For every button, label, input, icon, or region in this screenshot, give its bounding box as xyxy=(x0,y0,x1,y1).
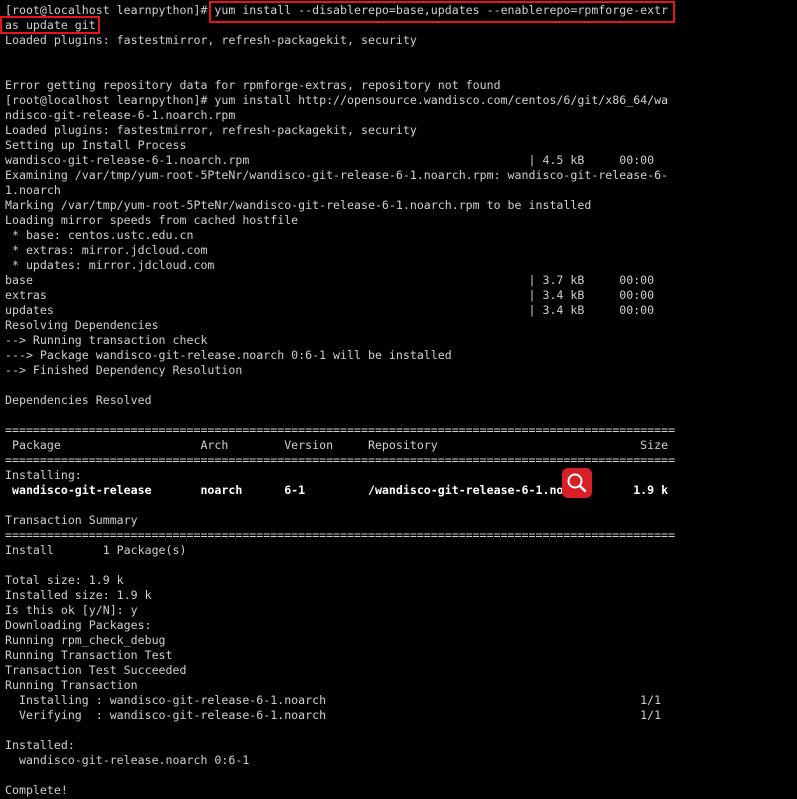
terminal-line: as update git xyxy=(5,18,96,32)
terminal-line: Total size: 1.9 k xyxy=(5,573,124,587)
terminal-line: Dependencies Resolved xyxy=(5,393,152,407)
terminal-output[interactable]: [root@localhost learnpython]# yum instal… xyxy=(0,0,797,799)
terminal-line: Examining /var/tmp/yum-root-5PteNr/wandi… xyxy=(5,168,669,182)
terminal-line: Downloading Packages: xyxy=(5,618,152,632)
search-icon xyxy=(567,473,587,493)
terminal-line: ========================================… xyxy=(5,453,676,467)
terminal-line: wandisco-git-release.noarch 0:6-1 xyxy=(5,753,250,767)
terminal-line: Installed size: 1.9 k xyxy=(5,588,152,602)
terminal-line: --> Finished Dependency Resolution xyxy=(5,363,243,377)
terminal-line: Install 1 Package(s) xyxy=(5,543,187,557)
terminal-line: Installing: xyxy=(5,468,82,482)
terminal-line: Complete! xyxy=(5,783,68,797)
terminal-line: wandisco-git-release-6-1.noarch.rpm | 4.… xyxy=(5,153,655,167)
terminal-line: Verifying : wandisco-git-release-6-1.noa… xyxy=(5,708,662,722)
terminal-line: Marking /var/tmp/yum-root-5PteNr/wandisc… xyxy=(5,198,592,212)
terminal-line: Package Arch Version Repository Size xyxy=(5,438,669,452)
terminal-line: Loaded plugins: fastestmirror, refresh-p… xyxy=(5,123,417,137)
terminal-line: base | 3.7 kB 00:00 xyxy=(5,273,655,287)
terminal-line: Is this ok [y/N]: y xyxy=(5,603,138,617)
terminal-line: [root@localhost learnpython]# yum instal… xyxy=(5,93,669,107)
terminal-line: extras | 3.4 kB 00:00 xyxy=(5,288,655,302)
terminal-line: * extras: mirror.jdcloud.com xyxy=(5,243,208,257)
terminal-line: [root@localhost learnpython]# yum instal… xyxy=(5,3,669,17)
terminal-line: 1.noarch xyxy=(5,183,61,197)
terminal-line: Running Transaction Test xyxy=(5,648,173,662)
terminal-line: ---> Package wandisco-git-release.noarch… xyxy=(5,348,452,362)
terminal-line: Running rpm_check_debug xyxy=(5,633,166,647)
terminal-line: ndisco-git-release-6-1.noarch.rpm xyxy=(5,108,236,122)
search-button[interactable] xyxy=(562,468,592,498)
terminal-line: Error getting repository data for rpmfor… xyxy=(5,78,501,92)
terminal-line: Loaded plugins: fastestmirror, refresh-p… xyxy=(5,33,417,47)
terminal-line: Setting up Install Process xyxy=(5,138,187,152)
terminal-line: Running Transaction xyxy=(5,678,138,692)
terminal-line: * base: centos.ustc.edu.cn xyxy=(5,228,194,242)
terminal-line: ========================================… xyxy=(5,528,676,542)
terminal-line: Installing : wandisco-git-release-6-1.no… xyxy=(5,693,662,707)
terminal-line: Installed: xyxy=(5,738,75,752)
terminal-line: Transaction Test Succeeded xyxy=(5,663,187,677)
terminal-line: --> Running transaction check xyxy=(5,333,208,347)
terminal-line: Resolving Dependencies xyxy=(5,318,159,332)
terminal-line: updates | 3.4 kB 00:00 xyxy=(5,303,655,317)
terminal-line: Loading mirror speeds from cached hostfi… xyxy=(5,213,299,227)
terminal-line: ========================================… xyxy=(5,423,676,437)
terminal-line: Transaction Summary xyxy=(5,513,138,527)
terminal-line: * updates: mirror.jdcloud.com xyxy=(5,258,215,272)
